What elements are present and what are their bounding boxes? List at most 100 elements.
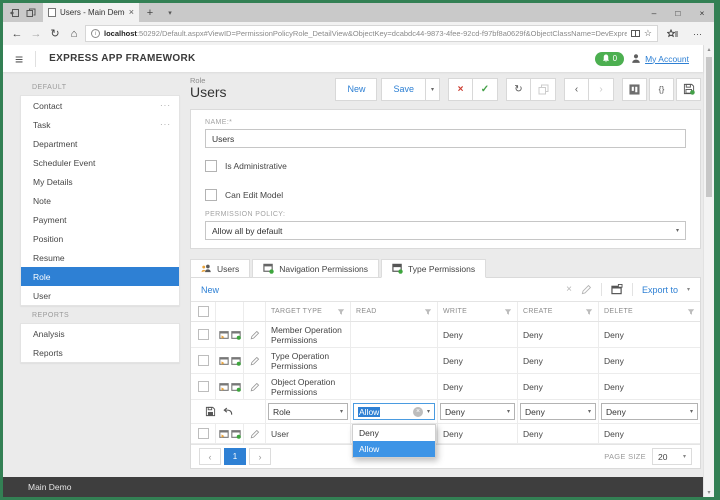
permission-policy-select[interactable]: Allow all by default ▾ — [205, 221, 686, 240]
sidebar-item-role[interactable]: Role — [21, 267, 179, 286]
scroll-down-icon[interactable]: ▾ — [704, 489, 714, 496]
sidebar-item-task[interactable]: Task··· — [21, 115, 179, 134]
scrollbar-thumb[interactable] — [706, 57, 712, 197]
save-button[interactable]: Save — [381, 78, 426, 101]
new-tab-button[interactable]: + — [139, 3, 161, 22]
column-header-create[interactable]: CREATE — [518, 302, 599, 321]
write-editor[interactable]: Deny▾ — [440, 403, 515, 420]
name-field[interactable]: Users — [205, 129, 686, 148]
delete-editor[interactable]: Deny▾ — [601, 403, 698, 420]
save-and-close-button[interactable]: ✓ — [473, 78, 498, 101]
create-editor[interactable]: Deny▾ — [520, 403, 596, 420]
sidebar-item-contact[interactable]: Contact··· — [21, 96, 179, 115]
is-administrative-checkbox[interactable] — [205, 160, 217, 172]
next-object-button[interactable]: › — [589, 78, 614, 101]
export-caret-icon[interactable]: ▾ — [687, 286, 690, 293]
window-maximize-button[interactable]: □ — [666, 3, 690, 22]
open-new-window-icon[interactable] — [231, 330, 241, 340]
grid-new-button[interactable]: New — [201, 285, 219, 295]
grid-edit-icon[interactable] — [581, 284, 592, 295]
open-detail-icon[interactable] — [219, 330, 229, 340]
inline-edit-icon[interactable] — [250, 429, 260, 439]
browser-tab[interactable]: Users - Main Demo × — [43, 3, 139, 22]
panel-toggle-button[interactable] — [622, 78, 647, 101]
open-new-window-icon[interactable] — [231, 356, 241, 366]
row-checkbox[interactable] — [198, 381, 209, 392]
edit-model-button[interactable]: {} — [649, 78, 674, 101]
row-cancel-undo-icon[interactable] — [222, 406, 233, 417]
sidebar-item-position[interactable]: Position — [21, 229, 179, 248]
column-header-write[interactable]: WRITE — [438, 302, 518, 321]
filter-icon[interactable] — [337, 308, 345, 316]
refresh-button[interactable]: ↻ — [506, 78, 531, 101]
back-icon[interactable]: ← — [9, 28, 25, 40]
row-checkbox[interactable] — [198, 329, 209, 340]
filter-icon[interactable] — [504, 308, 512, 316]
page-scrollbar[interactable]: ▴ ▾ — [703, 45, 714, 497]
tab-navigation-permissions[interactable]: Navigation Permissions — [252, 259, 379, 278]
notifications-badge[interactable]: 0 — [595, 52, 624, 66]
open-new-window-icon[interactable] — [231, 382, 241, 392]
home-icon[interactable]: ⌂ — [66, 28, 82, 40]
scroll-up-icon[interactable]: ▴ — [704, 46, 714, 53]
chevron-down-icon[interactable]: ▾ — [427, 408, 430, 415]
sidebar-item-payment[interactable]: Payment — [21, 210, 179, 229]
window-close-button[interactable]: × — [690, 3, 714, 22]
save-dropdown-icon[interactable]: ▾ — [426, 78, 440, 101]
new-button[interactable]: New — [335, 78, 377, 101]
sidebar-item-my-details[interactable]: My Details — [21, 172, 179, 191]
sidebar-item-analysis[interactable]: Analysis — [21, 324, 179, 343]
column-header-target-type[interactable]: TARGET TYPE — [266, 302, 351, 321]
my-account-link[interactable]: My Account — [645, 54, 689, 64]
filter-icon[interactable] — [424, 308, 432, 316]
sidebar-item-note[interactable]: Note — [21, 191, 179, 210]
column-header-delete[interactable]: DELETE — [599, 302, 700, 321]
target-type-editor[interactable]: Role▾ — [268, 403, 348, 420]
account-menu[interactable]: My Account — [631, 53, 689, 64]
open-detail-icon[interactable] — [219, 356, 229, 366]
set-tabs-aside-icon[interactable] — [10, 8, 20, 18]
dropdown-option-deny[interactable]: Deny — [353, 425, 435, 441]
refresh-icon[interactable]: ↻ — [47, 27, 63, 40]
forward-icon[interactable]: → — [28, 28, 44, 40]
table-row[interactable]: Type Operation Permissions Deny Deny Den… — [191, 348, 700, 374]
sidebar-item-reports[interactable]: Reports — [21, 343, 179, 362]
sidebar-item-resume[interactable]: Resume — [21, 248, 179, 267]
grid-delete-icon[interactable]: × — [566, 284, 572, 295]
filter-icon[interactable] — [585, 308, 593, 316]
sidebar-item-department[interactable]: Department — [21, 134, 179, 153]
tab-type-permissions[interactable]: Type Permissions — [381, 259, 486, 278]
pager-page-1[interactable]: 1 — [224, 448, 246, 465]
page-size-select[interactable]: 20 ▾ — [652, 448, 692, 465]
inline-edit-icon[interactable] — [250, 356, 260, 366]
window-minimize-button[interactable]: – — [642, 3, 666, 22]
hub-favorites-icon[interactable] — [661, 29, 684, 39]
open-detail-icon[interactable] — [219, 382, 229, 392]
filter-icon[interactable] — [687, 308, 695, 316]
sidebar-item-scheduler-event[interactable]: Scheduler Event — [21, 153, 179, 172]
inline-edit-icon[interactable] — [250, 382, 260, 392]
pager-next-button[interactable]: › — [249, 448, 271, 465]
more-icon[interactable]: ··· — [160, 120, 171, 129]
open-new-window-icon[interactable] — [231, 429, 241, 439]
sidebar-item-user[interactable]: User — [21, 286, 179, 305]
show-set-aside-tabs-icon[interactable] — [26, 8, 36, 18]
table-row[interactable]: Object Operation Permissions Deny Deny D… — [191, 374, 700, 400]
cancel-button[interactable]: × — [448, 78, 473, 101]
site-info-icon[interactable]: i — [91, 29, 100, 38]
select-all-checkbox[interactable] — [198, 306, 209, 317]
table-row[interactable]: Member Operation Permissions Deny Deny D… — [191, 322, 700, 348]
export-to-button[interactable]: Export to — [642, 285, 678, 295]
hamburger-menu-icon[interactable]: ≡ — [3, 51, 35, 67]
inline-edit-icon[interactable] — [250, 330, 260, 340]
can-edit-model-checkbox[interactable] — [205, 189, 217, 201]
tab-close-icon[interactable]: × — [129, 8, 134, 17]
settings-more-icon[interactable]: ··· — [687, 29, 708, 39]
window-layout-button[interactable] — [531, 78, 556, 101]
dropdown-option-allow[interactable]: Allow — [353, 441, 435, 457]
read-editor[interactable]: Allow×▾ — [353, 403, 435, 420]
pager-prev-button[interactable]: ‹ — [199, 448, 221, 465]
more-icon[interactable]: ··· — [160, 101, 171, 110]
reading-view-icon[interactable] — [631, 29, 640, 38]
previous-object-button[interactable]: ‹ — [564, 78, 589, 101]
